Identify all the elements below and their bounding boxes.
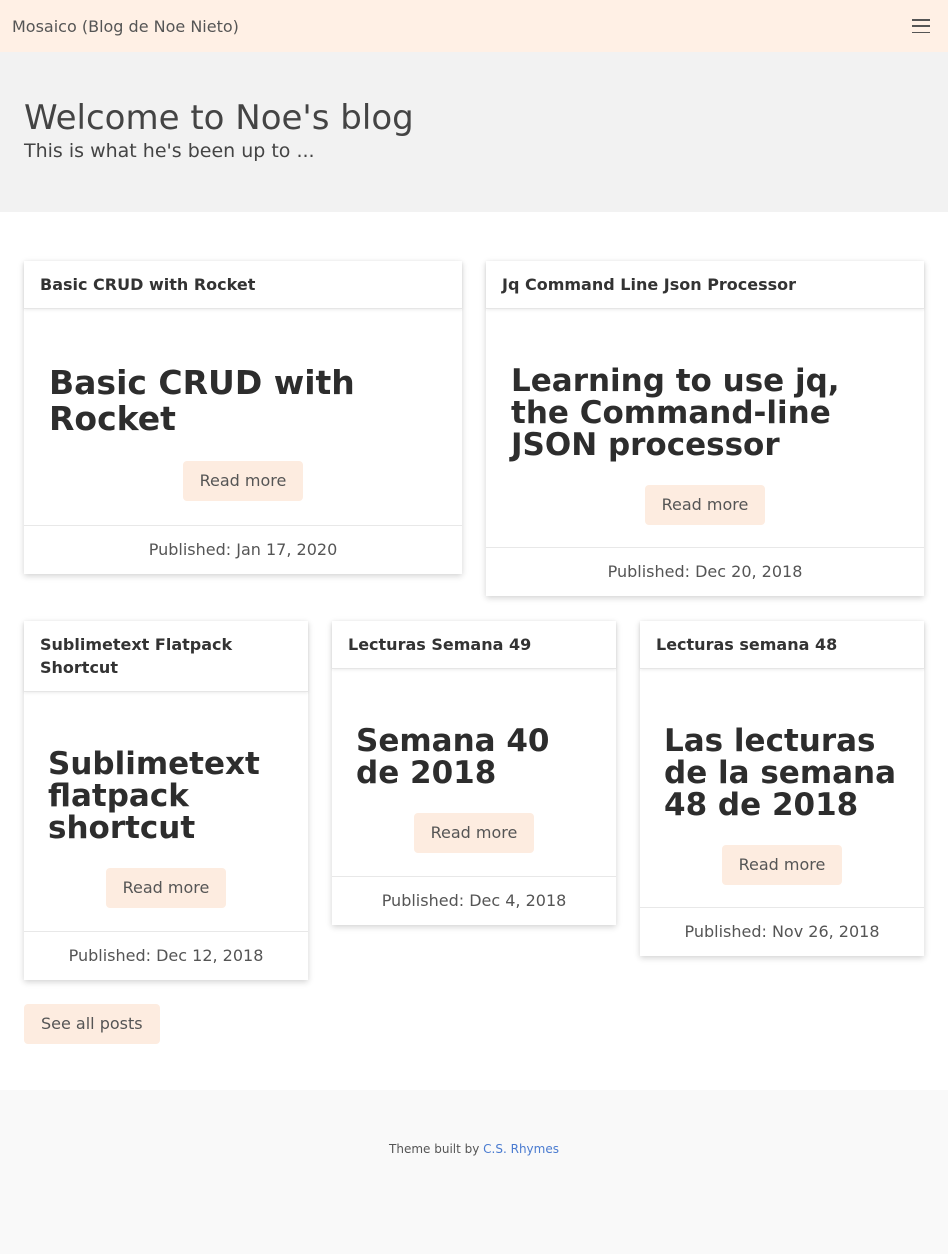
read-more-button[interactable]: Read more	[182, 461, 304, 501]
theme-author-link[interactable]: C.S. Rhymes	[483, 1142, 559, 1156]
footer-credit: Theme built by C.S. Rhymes	[0, 1142, 948, 1156]
post-card-body: Semana 40 de 2018 Read more	[332, 669, 616, 853]
post-card-body: Basic CRUD with Rocket Read more	[24, 309, 462, 501]
site-brand[interactable]: Mosaico (Blog de Noe Nieto)	[12, 17, 239, 36]
see-all-posts-button[interactable]: See all posts	[24, 1004, 160, 1044]
post-card: Sublimetext Flatpack Shortcut Sublimetex…	[24, 621, 308, 980]
post-title[interactable]: Sublimetext flatpack shortcut	[48, 748, 284, 844]
post-card: Lecturas Semana 49 Semana 40 de 2018 Rea…	[332, 621, 616, 925]
post-title[interactable]: Semana 40 de 2018	[356, 725, 592, 789]
post-card: Basic CRUD with Rocket Basic CRUD with R…	[24, 261, 462, 574]
hamburger-line	[912, 31, 930, 33]
read-more-button[interactable]: Read more	[644, 485, 766, 525]
hero-section: Welcome to Noe's blog This is what he's …	[0, 52, 948, 212]
hamburger-menu-icon[interactable]	[912, 19, 930, 33]
post-card-header: Lecturas Semana 49	[332, 621, 616, 669]
post-card-header: Lecturas semana 48	[640, 621, 924, 669]
post-title[interactable]: Learning to use jq, the Command-line JSO…	[511, 365, 899, 461]
post-card-header: Jq Command Line Json Processor	[486, 261, 924, 309]
post-title[interactable]: Basic CRUD with Rocket	[49, 365, 437, 437]
post-published-date: Published: Dec 20, 2018	[486, 547, 924, 596]
post-title[interactable]: Las lecturas de la semana 48 de 2018	[664, 725, 900, 821]
navbar: Mosaico (Blog de Noe Nieto)	[0, 0, 948, 52]
post-card-body: Las lecturas de la semana 48 de 2018 Rea…	[640, 669, 924, 885]
post-published-date: Published: Dec 12, 2018	[24, 931, 308, 980]
read-more-button[interactable]: Read more	[721, 845, 843, 885]
hamburger-line	[912, 19, 930, 21]
hero-title: Welcome to Noe's blog	[24, 98, 414, 138]
post-card-body: Sublimetext flatpack shortcut Read more	[24, 692, 308, 908]
hero-subtitle: This is what he's been up to ...	[24, 140, 315, 162]
post-card-body: Learning to use jq, the Command-line JSO…	[486, 309, 924, 525]
post-card: Jq Command Line Json Processor Learning …	[486, 261, 924, 596]
post-published-date: Published: Dec 4, 2018	[332, 876, 616, 925]
footer-credit-prefix: Theme built by	[389, 1142, 484, 1156]
post-published-date: Published: Jan 17, 2020	[24, 525, 462, 574]
post-card-header: Sublimetext Flatpack Shortcut	[24, 621, 308, 692]
hamburger-line	[912, 25, 930, 27]
site-footer: Theme built by C.S. Rhymes	[0, 1090, 948, 1254]
read-more-button[interactable]: Read more	[413, 813, 535, 853]
post-card-header: Basic CRUD with Rocket	[24, 261, 462, 309]
posts-section: Basic CRUD with Rocket Basic CRUD with R…	[0, 212, 948, 1090]
post-published-date: Published: Nov 26, 2018	[640, 907, 924, 956]
read-more-button[interactable]: Read more	[105, 868, 227, 908]
post-card: Lecturas semana 48 Las lecturas de la se…	[640, 621, 924, 956]
